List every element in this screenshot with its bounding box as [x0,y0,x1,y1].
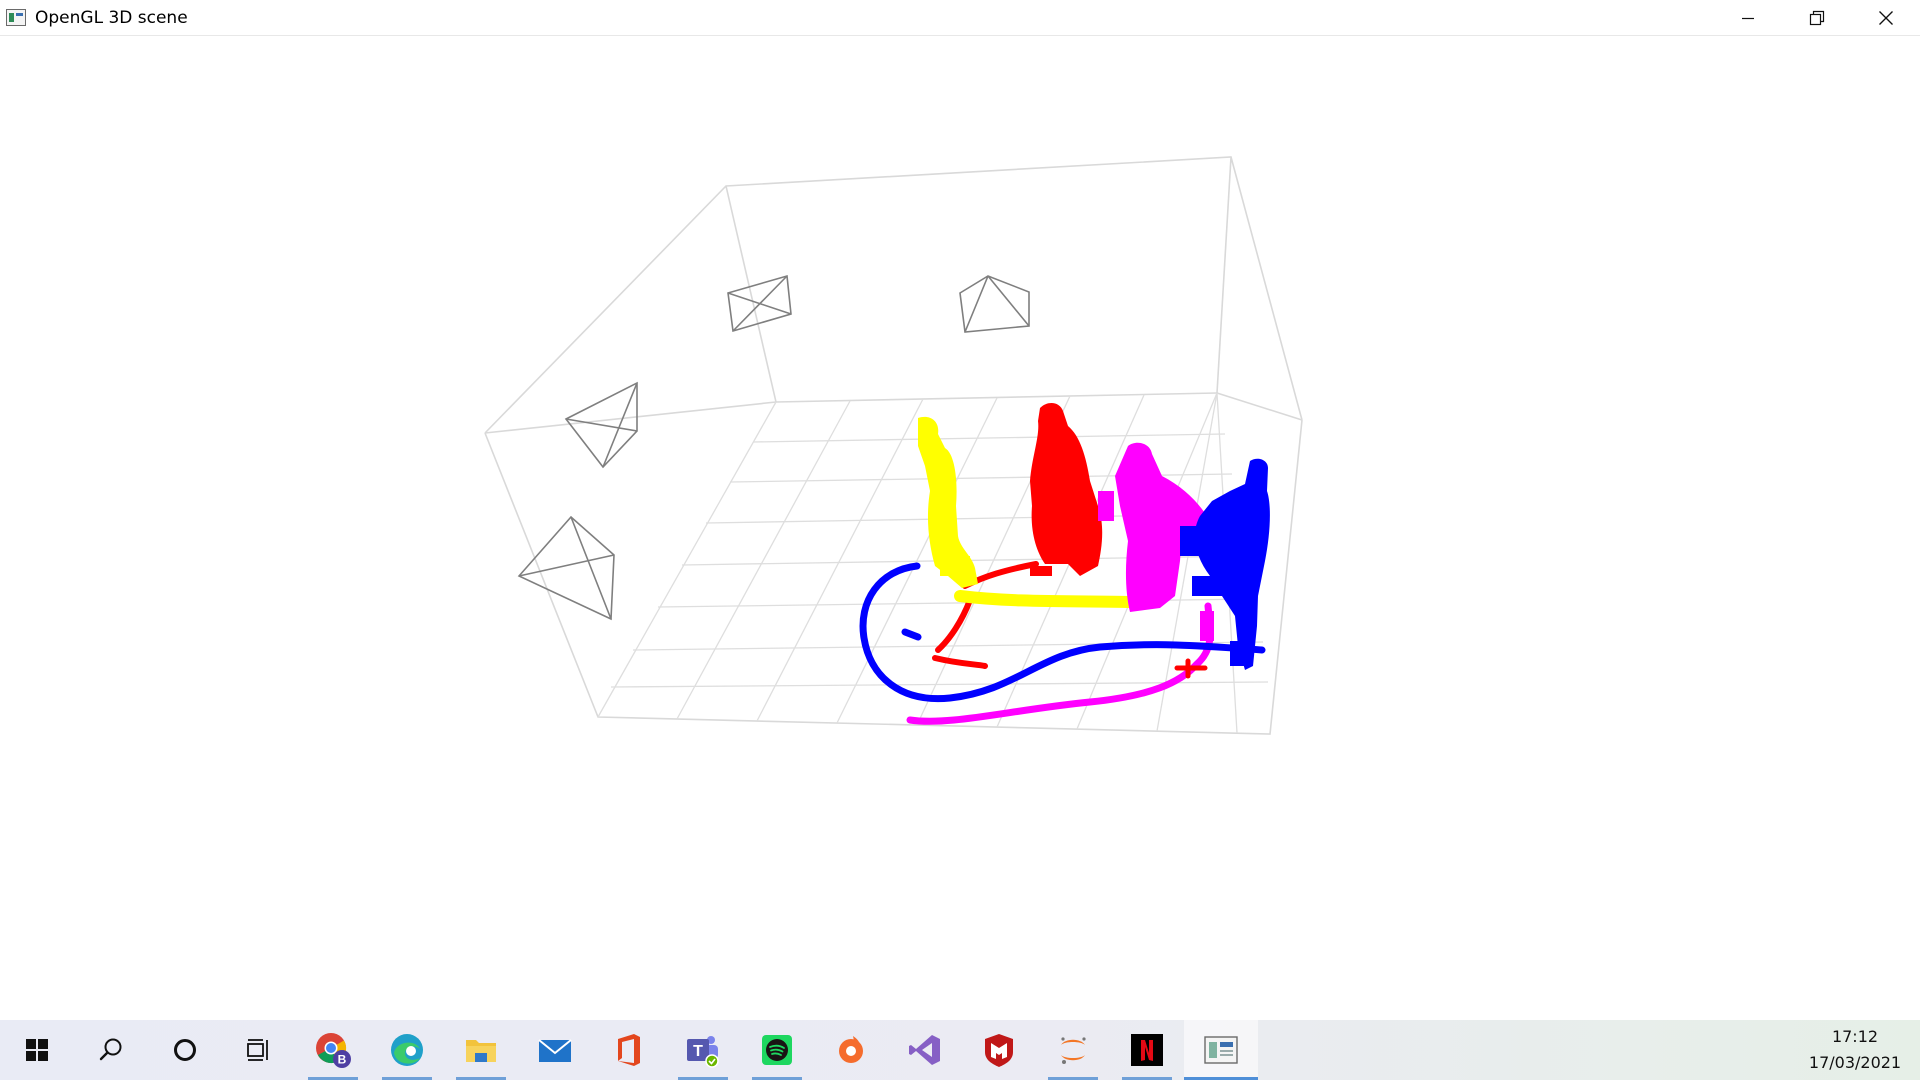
svg-text:T: T [693,1043,703,1060]
search-icon [99,1038,122,1061]
cortana-circle-icon [174,1039,196,1061]
taskbar-app-mail[interactable] [518,1020,592,1080]
search-button[interactable] [74,1020,148,1080]
taskbar-app-visual-studio[interactable] [888,1020,962,1080]
opengl-viewport[interactable] [0,36,1920,1020]
taskbar-app-jupyter[interactable] [1036,1020,1110,1080]
person-blue [1180,458,1270,670]
netflix-icon [1131,1034,1163,1066]
clock-date: 17/03/2021 [1808,1053,1902,1072]
taskbar-app-netflix[interactable] [1110,1020,1184,1080]
office-icon [618,1034,640,1066]
edge-icon [391,1034,423,1066]
task-view-icon [247,1039,268,1061]
chrome-icon: B [316,1033,351,1068]
trajectory-red [932,561,1039,669]
mail-icon [538,1039,572,1062]
camera-frustum-4 [517,515,615,621]
taskbar-app-file-explorer[interactable] [444,1020,518,1080]
jupyter-icon [1061,1037,1086,1064]
restore-button[interactable] [1782,0,1851,35]
app-window-icon [6,9,26,26]
trajectory-blue-small [901,628,922,641]
teams-icon: T [687,1036,719,1068]
window-title: OpenGL 3D scene [35,7,188,28]
taskbar: B T [0,1020,1920,1080]
system-clock[interactable]: 17:12 17/03/2021 [1800,1020,1910,1080]
cortana-button[interactable] [148,1020,222,1080]
people-point-clouds [918,402,1270,670]
person-red [1030,402,1103,576]
taskbar-app-office[interactable] [592,1020,666,1080]
taskbar-app-chrome[interactable]: B [296,1020,370,1080]
chrome-profile-badge: B [338,1053,347,1067]
taskbar-app-opengl-window[interactable] [1184,1020,1258,1080]
mcafee-icon [985,1034,1013,1067]
trajectory-yellow [954,590,1136,608]
person-yellow [918,416,978,588]
windows-start-icon [26,1039,48,1061]
spotify-icon [762,1035,792,1065]
taskbar-app-origin[interactable] [814,1020,888,1080]
taskbar-app-edge[interactable] [370,1020,444,1080]
opengl-window-icon [1204,1036,1238,1064]
camera-frustum-3 [564,381,638,469]
clock-time: 17:12 [1831,1027,1879,1046]
taskbar-app-spotify[interactable] [740,1020,814,1080]
title-bar: OpenGL 3D scene [0,0,1920,36]
origin-icon [839,1036,863,1063]
restore-icon [1809,10,1824,25]
minimize-icon [1741,17,1754,19]
close-icon [1878,10,1893,25]
taskbar-app-teams[interactable]: T [666,1020,740,1080]
taskbar-app-mcafee[interactable] [962,1020,1036,1080]
start-button[interactable] [0,1020,74,1080]
camera-frustum-1 [727,274,792,333]
task-view-button[interactable] [222,1020,296,1080]
close-button[interactable] [1851,0,1920,35]
file-explorer-icon [466,1040,496,1062]
window-controls [1713,0,1920,35]
visual-studio-icon [909,1035,940,1065]
minimize-button[interactable] [1713,0,1782,35]
camera-frustum-2 [959,275,1030,333]
scene-canvas[interactable] [0,36,1920,1020]
